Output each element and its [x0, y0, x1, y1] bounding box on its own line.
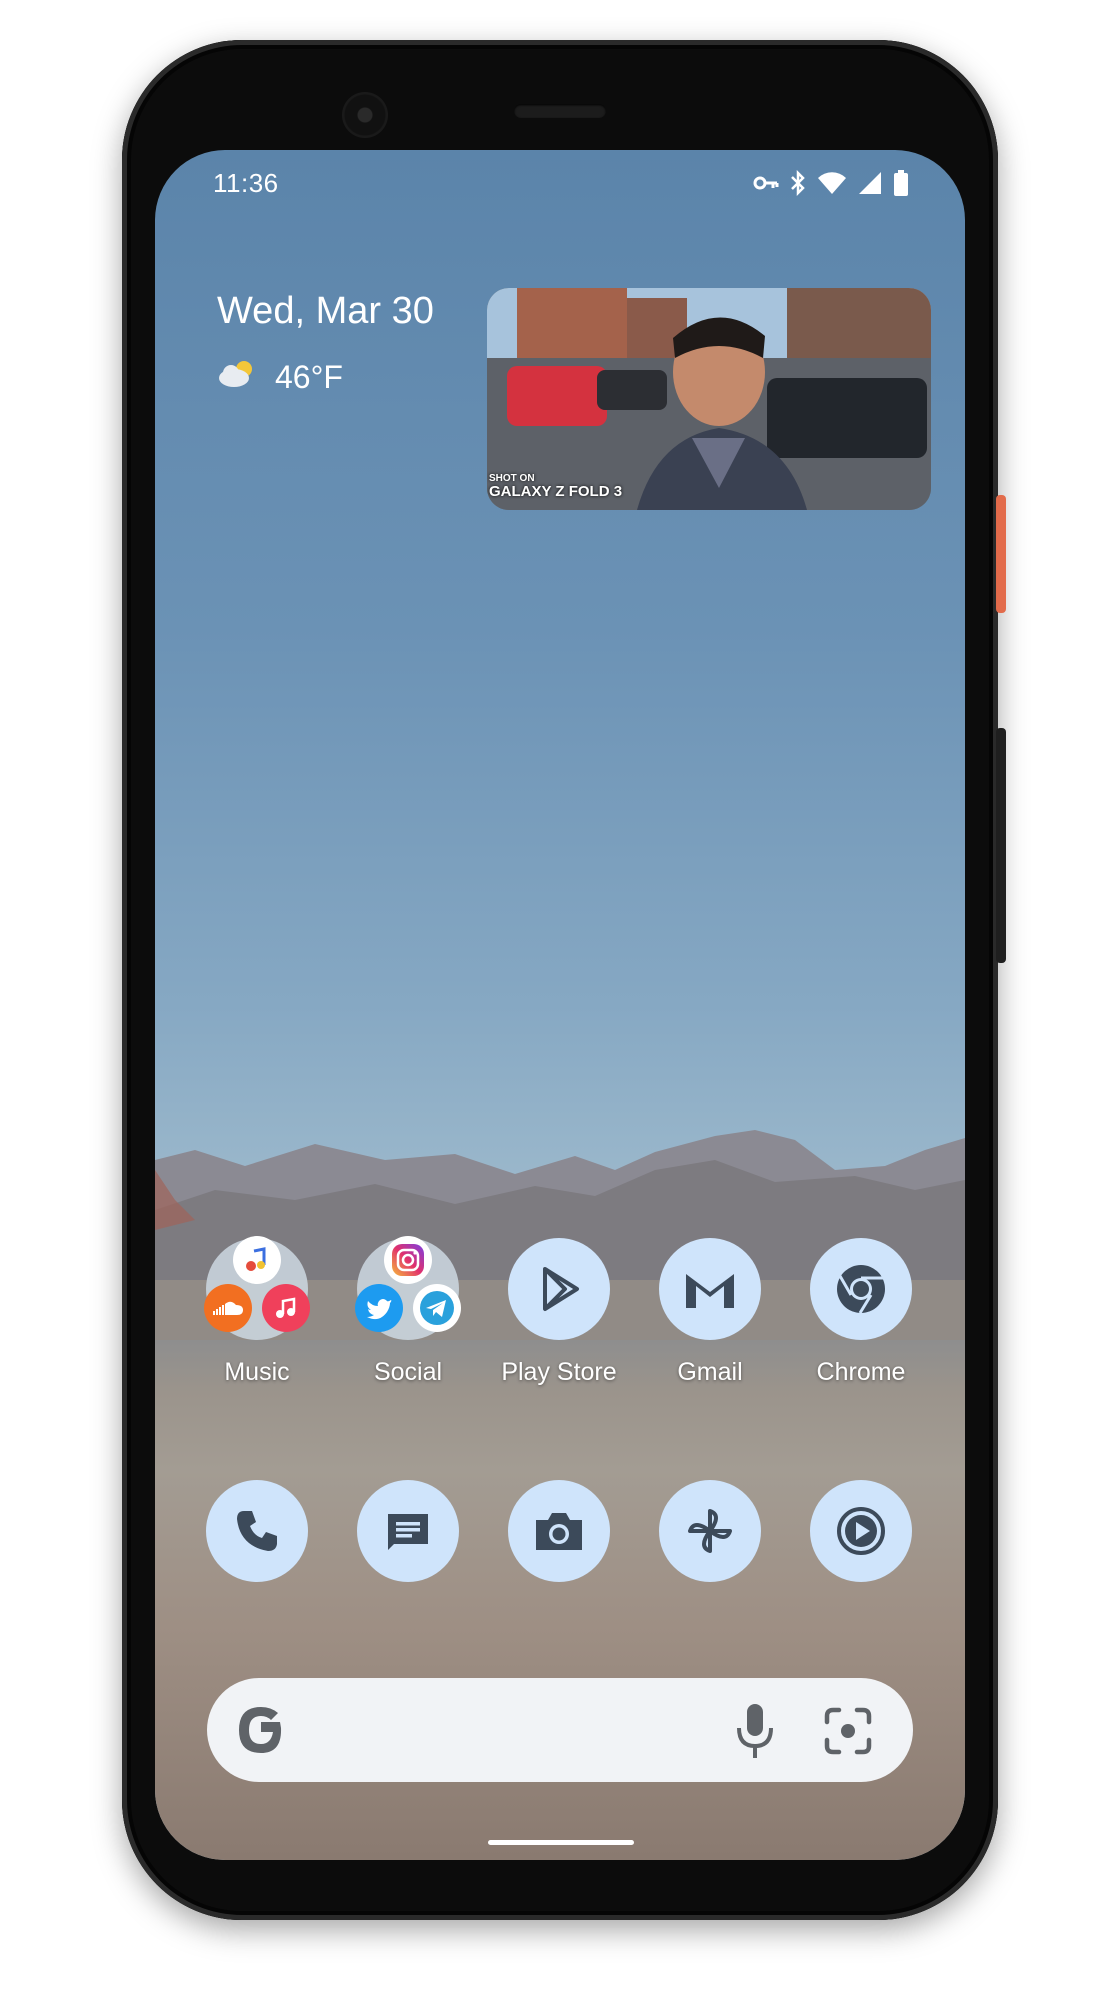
- battery-icon: [893, 170, 909, 201]
- messages-app[interactable]: [338, 1480, 478, 1582]
- navigation-handle[interactable]: [488, 1840, 634, 1845]
- instagram-icon: [384, 1236, 432, 1284]
- home-screen: 11:36 Wed, Mar 30 46°F SHOT ON GALAXY Z …: [155, 150, 965, 1860]
- youtube-music-icon: [233, 1236, 281, 1284]
- twitter-icon: [355, 1284, 403, 1332]
- apple-music-icon: [262, 1284, 310, 1332]
- chrome-app[interactable]: Chrome: [791, 1238, 931, 1387]
- app-label: Play Store: [501, 1358, 617, 1386]
- play-store-app[interactable]: Play Store: [489, 1238, 629, 1387]
- phone-app[interactable]: [187, 1480, 327, 1582]
- pinwheel-icon: [659, 1480, 761, 1582]
- phone-icon: [206, 1480, 308, 1582]
- social-folder[interactable]: Social: [338, 1236, 478, 1387]
- soundcloud-icon: [204, 1284, 252, 1332]
- partly-cloudy-icon: [217, 358, 257, 396]
- app-label: Social: [373, 1358, 443, 1386]
- google-g-icon[interactable]: [235, 1702, 287, 1763]
- camera-app[interactable]: [489, 1480, 629, 1582]
- video-player-app[interactable]: [791, 1480, 931, 1582]
- bluetooth-icon: [789, 169, 807, 201]
- cell-signal-icon: [857, 171, 883, 200]
- gmail-app[interactable]: Gmail: [640, 1238, 780, 1387]
- clock: 11:36: [213, 168, 279, 198]
- play-store-icon: [508, 1238, 610, 1340]
- camera-icon: [508, 1480, 610, 1582]
- wifi-icon: [817, 171, 847, 200]
- front-camera: [342, 92, 388, 138]
- pinwheel-app[interactable]: [640, 1480, 780, 1582]
- video-caption-line2: GALAXY Z FOLD 3: [489, 483, 623, 501]
- messages-icon: [357, 1480, 459, 1582]
- google-lens-icon[interactable]: [823, 1706, 873, 1761]
- wallpaper-ground: [155, 1340, 965, 1860]
- gmail-icon: [659, 1238, 761, 1340]
- status-bar: 11:36: [155, 150, 965, 214]
- app-label: Chrome: [816, 1358, 906, 1386]
- chrome-icon: [810, 1238, 912, 1340]
- earpiece-speaker: [514, 104, 606, 118]
- google-search-bar[interactable]: [207, 1678, 913, 1782]
- at-a-glance-weather[interactable]: 46°F: [217, 358, 343, 396]
- microphone-icon[interactable]: [733, 1702, 777, 1765]
- volume-rocker: [996, 728, 1006, 963]
- telegram-icon: [413, 1284, 461, 1332]
- temperature: 46°F: [275, 358, 343, 395]
- app-label: Music: [224, 1358, 290, 1386]
- vpn-key-icon: [753, 174, 779, 197]
- video-player-icon: [810, 1480, 912, 1582]
- music-folder[interactable]: Music: [187, 1236, 327, 1387]
- power-button: [996, 495, 1006, 613]
- at-a-glance-date[interactable]: Wed, Mar 30: [217, 290, 434, 333]
- video-widget[interactable]: SHOT ON GALAXY Z FOLD 3: [487, 288, 931, 510]
- app-label: Gmail: [677, 1358, 743, 1386]
